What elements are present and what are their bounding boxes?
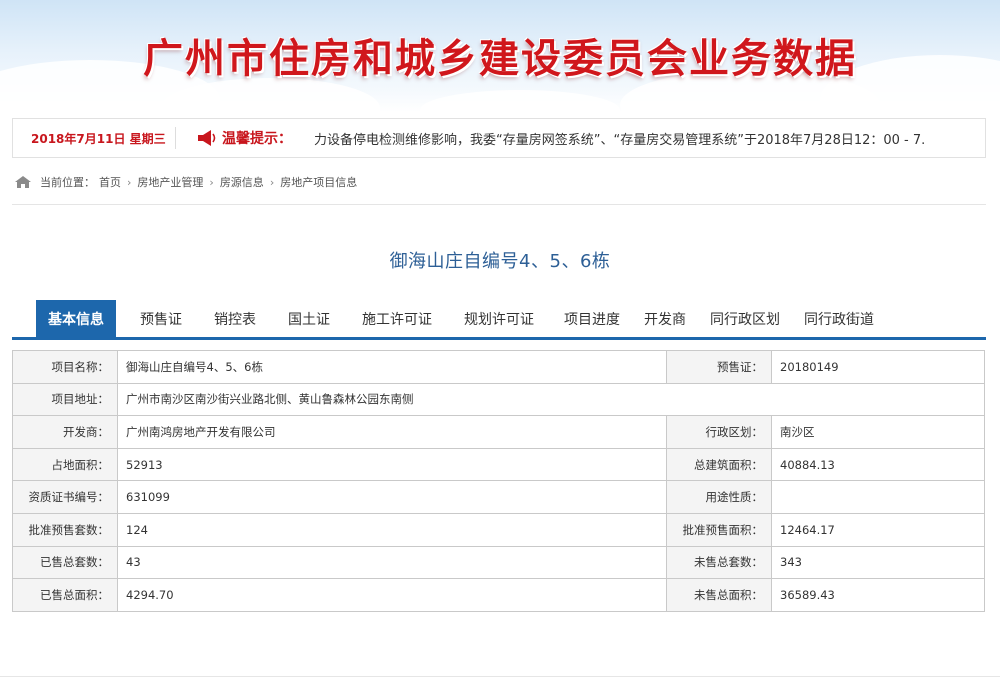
- table-row: 已售总面积： 4294.70 未售总面积： 36589.43: [12, 578, 985, 612]
- value-approved-units: 124: [117, 512, 667, 547]
- header-banner: 广州市住房和城乡建设委员会业务数据: [0, 0, 1000, 112]
- table-row: 项目地址： 广州市南沙区南沙街兴业路北侧、黄山鲁森林公园东南侧: [12, 382, 985, 417]
- label-unsold-area: 未售总面积：: [666, 578, 772, 612]
- tab-same-district[interactable]: 同行政区划: [700, 300, 794, 337]
- divider: [175, 127, 176, 149]
- notice-bar: 2018年7月11日 星期三 温馨提示： 力设备停电检测维修影响，我委“存量房网…: [12, 118, 986, 158]
- value-developer: 广州南鸿房地产开发有限公司: [117, 415, 667, 449]
- tab-planning-permit[interactable]: 规划许可证: [446, 300, 548, 337]
- label-project-address: 项目地址：: [12, 382, 118, 417]
- value-unsold-area: 36589.43: [771, 578, 985, 612]
- table-row: 开发商： 广州南鸿房地产开发有限公司 行政区划： 南沙区: [12, 415, 985, 449]
- label-sold-units: 已售总套数：: [12, 545, 118, 580]
- value-presale-permit: 20180149: [771, 350, 985, 384]
- tab-land-certificate[interactable]: 国土证: [270, 300, 344, 337]
- notice-marquee[interactable]: 力设备停电检测维修影响，我委“存量房网签系统”、“存量房交易管理系统”于2018…: [314, 129, 925, 148]
- tab-bar: 基本信息 预售证 销控表 国土证 施工许可证 规划许可证 项目进度 开发商 同行…: [12, 300, 986, 340]
- tab-presale-permit[interactable]: 预售证: [116, 300, 196, 337]
- notice-label: 温馨提示：: [222, 131, 292, 147]
- table-row: 资质证书编号： 631099 用途性质：: [12, 480, 985, 514]
- table-row: 批准预售套数： 124 批准预售面积： 12464.17: [12, 512, 985, 547]
- horn-icon: [198, 130, 216, 146]
- table-row: 占地面积： 52913 总建筑面积： 40884.13: [12, 447, 985, 482]
- tab-progress[interactable]: 项目进度: [548, 300, 634, 337]
- breadcrumb: 当前位置： 首页 › 房地产业管理 › 房源信息 › 房地产项目信息: [14, 170, 361, 194]
- breadcrumb-project-info[interactable]: 房地产项目信息: [280, 174, 357, 190]
- breadcrumb-home[interactable]: 首页: [99, 174, 121, 190]
- value-district: 南沙区: [771, 415, 985, 449]
- home-icon: [15, 176, 31, 188]
- label-qualification-number: 资质证书编号：: [12, 480, 118, 514]
- tab-basic-info[interactable]: 基本信息: [36, 300, 116, 337]
- value-sold-units: 43: [117, 545, 667, 580]
- label-land-area: 占地面积：: [12, 447, 118, 482]
- value-unsold-units: 343: [771, 545, 985, 580]
- breadcrumb-real-estate[interactable]: 房地产业管理: [137, 174, 203, 190]
- label-usage: 用途性质：: [666, 480, 772, 514]
- label-approved-area: 批准预售面积：: [666, 512, 772, 547]
- label-district: 行政区划：: [666, 415, 772, 449]
- divider: [0, 676, 1000, 677]
- site-title: 广州市住房和城乡建设委员会业务数据: [143, 35, 857, 82]
- value-qualification-number: 631099: [117, 480, 667, 514]
- label-sold-area: 已售总面积：: [12, 578, 118, 612]
- tab-construction-permit[interactable]: 施工许可证: [344, 300, 446, 337]
- label-total-floor-area: 总建筑面积：: [666, 447, 772, 482]
- value-usage: [771, 480, 985, 514]
- current-date: 2018年7月11日 星期三: [31, 131, 166, 146]
- label-approved-units: 批准预售套数：: [12, 512, 118, 547]
- label-presale-permit: 预售证：: [666, 350, 772, 384]
- breadcrumb-separator: ›: [127, 175, 132, 189]
- breadcrumb-listings[interactable]: 房源信息: [220, 174, 264, 190]
- project-title: 御海山庄自编号4、5、6栋: [389, 251, 611, 272]
- divider: [12, 204, 986, 205]
- value-project-address: 广州市南沙区南沙街兴业路北侧、黄山鲁森林公园东南侧: [117, 382, 985, 417]
- tab-sales-control[interactable]: 销控表: [196, 300, 270, 337]
- table-row: 已售总套数： 43 未售总套数： 343: [12, 545, 985, 580]
- value-total-floor-area: 40884.13: [771, 447, 985, 482]
- breadcrumb-separator: ›: [209, 175, 214, 189]
- value-sold-area: 4294.70: [117, 578, 667, 612]
- label-unsold-units: 未售总套数：: [666, 545, 772, 580]
- breadcrumb-separator: ›: [269, 175, 275, 189]
- tab-developer[interactable]: 开发商: [634, 300, 700, 337]
- table-row: 项目名称： 御海山庄自编号4、5、6栋 预售证： 20180149: [12, 350, 985, 384]
- label-developer: 开发商：: [12, 415, 118, 449]
- value-approved-area: 12464.17: [771, 512, 985, 547]
- project-info-table: 项目名称： 御海山庄自编号4、5、6栋 预售证： 20180149 项目地址： …: [12, 350, 985, 612]
- value-land-area: 52913: [117, 447, 667, 482]
- breadcrumb-prefix: 当前位置：: [40, 176, 95, 189]
- label-project-name: 项目名称：: [12, 350, 118, 384]
- tab-same-street[interactable]: 同行政街道: [794, 300, 888, 337]
- value-project-name: 御海山庄自编号4、5、6栋: [117, 350, 667, 384]
